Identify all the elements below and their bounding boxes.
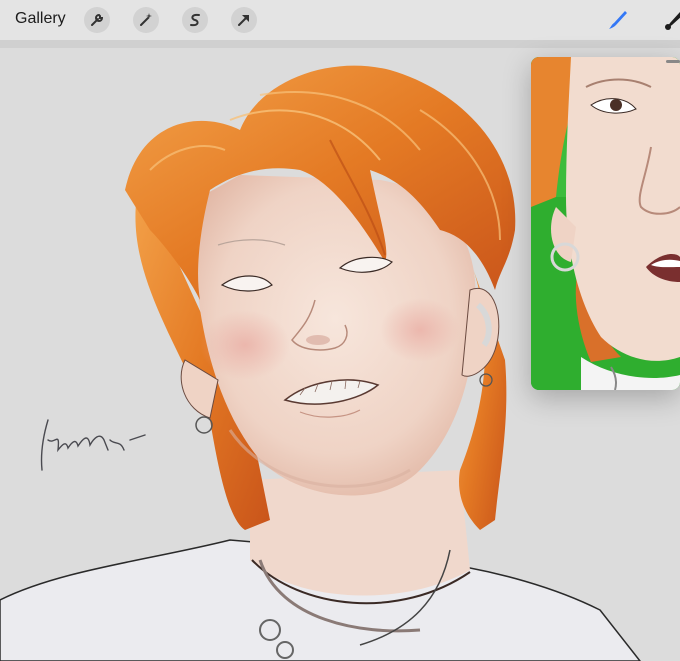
reference-photo (531, 57, 680, 390)
brush-button[interactable] (605, 7, 631, 33)
reference-window-grabber[interactable] (666, 60, 680, 63)
smudge-button[interactable] (660, 7, 680, 33)
brush-icon (609, 11, 627, 29)
transform-button[interactable] (231, 7, 257, 33)
selection-button[interactable] (182, 7, 208, 33)
adjustments-button[interactable] (133, 7, 159, 33)
top-toolbar: Gallery (0, 0, 680, 41)
selection-s-icon (190, 13, 200, 27)
reference-image-window[interactable] (531, 57, 680, 390)
magic-wand-icon (140, 13, 152, 26)
wrench-icon (91, 13, 104, 26)
actions-button[interactable] (84, 7, 110, 33)
smudge-icon (665, 12, 680, 30)
gallery-button[interactable]: Gallery (15, 10, 66, 28)
arrow-cursor-icon (238, 15, 249, 26)
canvas-frame-edge (0, 40, 680, 48)
